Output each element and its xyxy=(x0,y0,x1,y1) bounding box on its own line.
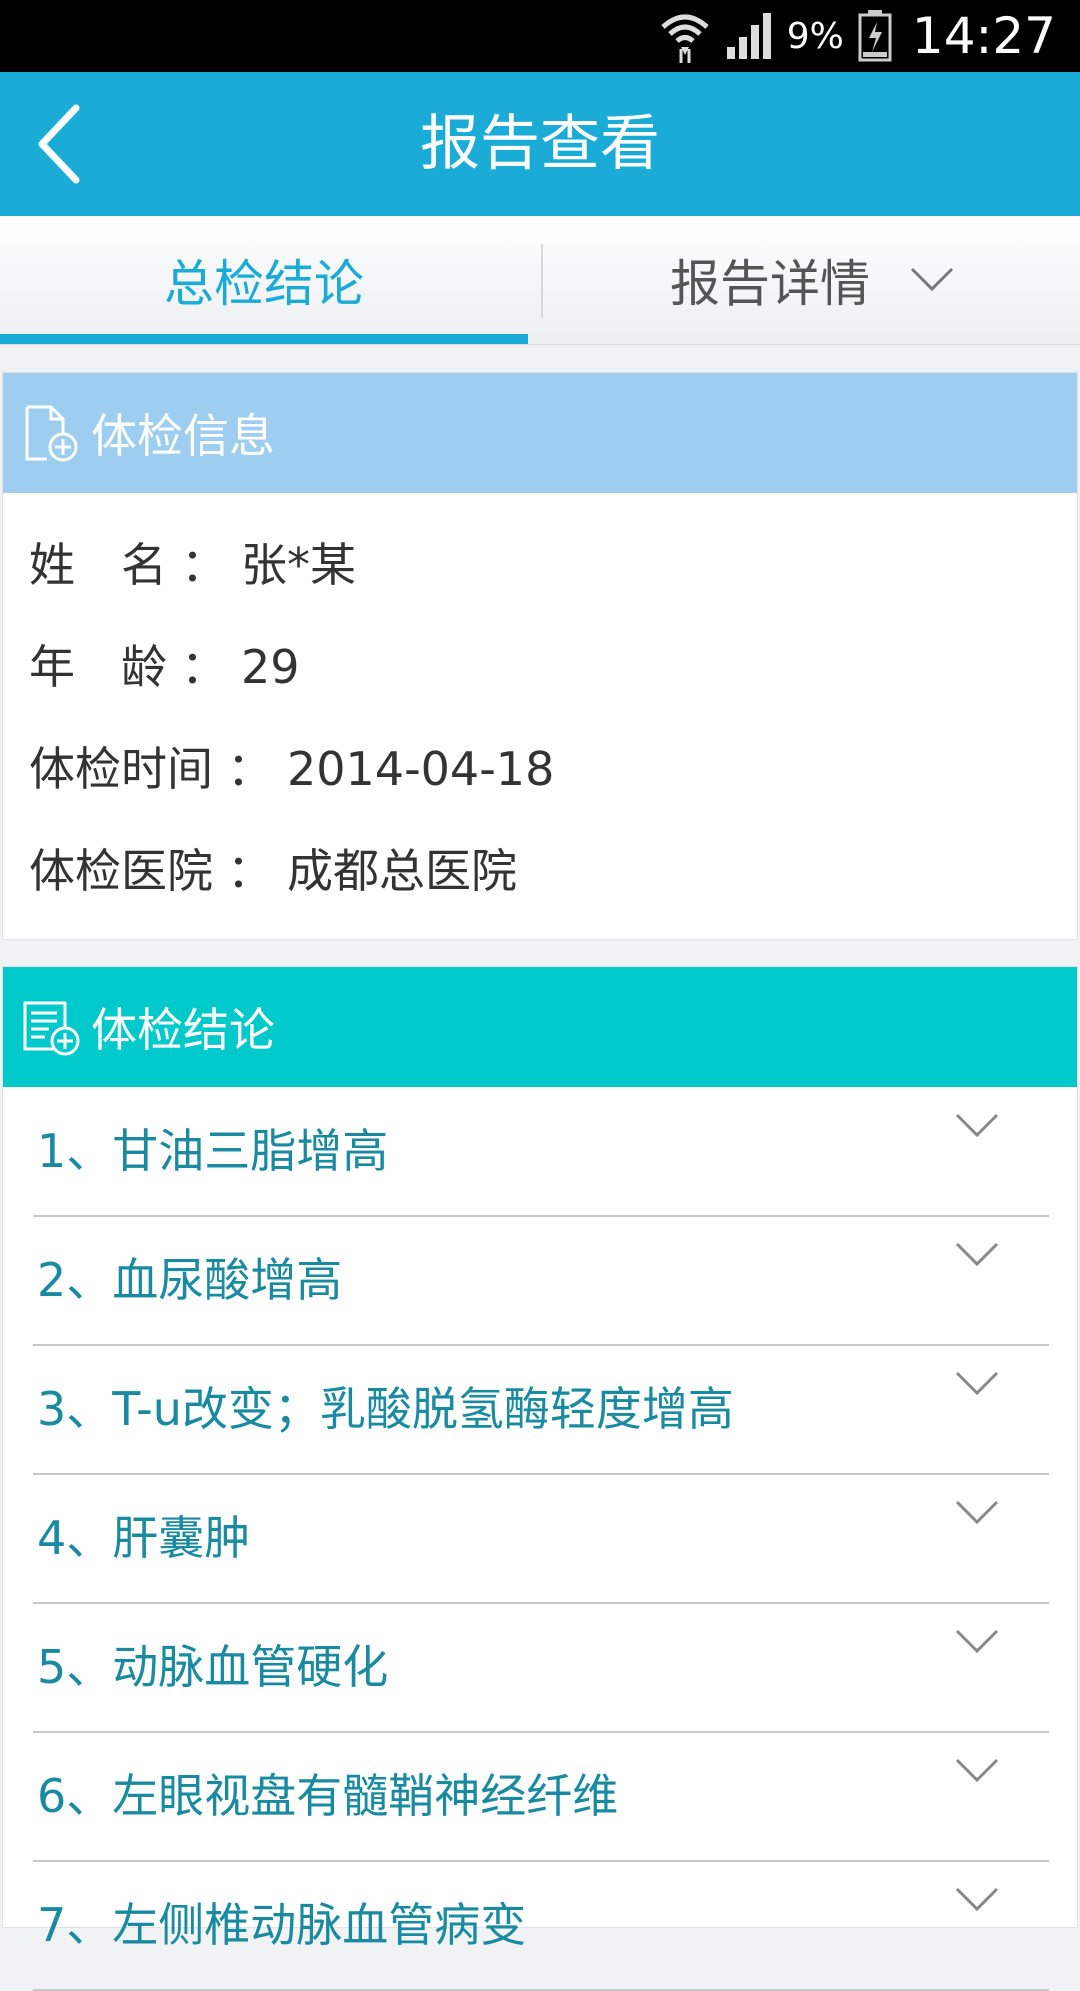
section-title: 体检信息 xyxy=(91,409,275,463)
exam-info-header: 体检信息 xyxy=(3,373,1077,493)
page-title: 报告查看 xyxy=(420,109,660,179)
conclusion-item[interactable]: 6、左眼视盘有髓鞘神经纤维 xyxy=(33,1732,1049,1862)
signal-icon xyxy=(726,13,771,59)
chevron-down-icon xyxy=(955,1629,999,1654)
app-header: 报告查看 xyxy=(0,72,1080,216)
exam-info-card: 体检信息 姓 名：张*某 年 龄： 29 体检时间： 2014-04-18 体检医院… xyxy=(2,372,1078,940)
chevron-down-icon xyxy=(955,1113,999,1138)
exam-conclusion-card: 体检结论 1、甘油三脂增高 2、血尿酸增高 3、T-u改变；乳酸脱氢酶轻度增高 … xyxy=(2,966,1078,1991)
conclusion-text: 2、血尿酸增高 xyxy=(37,1253,343,1307)
chevron-down-icon xyxy=(955,1500,999,1525)
battery-percent: 9% xyxy=(786,15,844,57)
chevron-down-icon xyxy=(955,1758,999,1783)
conclusion-item[interactable]: 7、左侧椎动脉血管病变 xyxy=(33,1861,1049,1991)
conclusion-item[interactable]: 4、肝囊肿 xyxy=(33,1474,1049,1604)
battery-icon xyxy=(858,10,892,62)
tab-bar: 总检结论 报告详情 xyxy=(0,216,1080,345)
info-value: 成都总医院 xyxy=(287,844,517,898)
info-value: 2014-04-18 xyxy=(287,742,555,796)
status-bar: 9% 14:27 xyxy=(0,0,1080,72)
active-tab-indicator xyxy=(0,334,528,344)
clock: 14:27 xyxy=(911,7,1056,65)
conclusion-text: 5、动脉血管硬化 xyxy=(37,1640,389,1694)
conclusion-item[interactable]: 1、甘油三脂增高 xyxy=(33,1087,1049,1217)
info-row-name: 姓 名：张*某 xyxy=(29,535,356,595)
info-row-exam-date: 体检时间： 2014-04-18 xyxy=(29,739,554,799)
tab-label: 总检结论 xyxy=(164,255,364,313)
info-label: 年 龄 xyxy=(29,640,167,694)
wifi-icon xyxy=(661,14,709,63)
document-plus-icon xyxy=(25,405,78,462)
chevron-down-icon xyxy=(955,1371,999,1396)
info-value: 张*某 xyxy=(241,538,356,592)
tab-report-details[interactable]: 报告详情 xyxy=(544,216,1080,344)
info-row-age: 年 龄： 29 xyxy=(29,637,300,697)
conclusion-text: 6、左眼视盘有髓鞘神经纤维 xyxy=(37,1769,619,1823)
conclusion-item[interactable]: 3、T-u改变；乳酸脱氢酶轻度增高 xyxy=(33,1345,1049,1475)
conclusion-text: 1、甘油三脂增高 xyxy=(37,1124,389,1178)
conclusion-item[interactable]: 5、动脉血管硬化 xyxy=(33,1603,1049,1733)
section-title: 体检结论 xyxy=(91,1003,275,1057)
tab-label: 报告详情 xyxy=(670,255,870,313)
status-icons: 9% 14:27 xyxy=(659,0,1056,72)
chevron-down-icon xyxy=(910,267,954,292)
exam-conclusion-header: 体检结论 xyxy=(3,967,1077,1087)
chevron-down-icon xyxy=(955,1242,999,1267)
info-label: 姓 名 xyxy=(29,538,167,592)
conclusion-item[interactable]: 2、血尿酸增高 xyxy=(33,1216,1049,1346)
conclusion-text: 3、T-u改变；乳酸脱氢酶轻度增高 xyxy=(37,1382,734,1436)
list-plus-icon xyxy=(23,1001,80,1056)
info-value: 29 xyxy=(241,640,300,694)
info-label: 体检时间 xyxy=(29,742,213,796)
info-label: 体检医院 xyxy=(29,844,213,898)
tab-divider xyxy=(541,244,543,318)
info-row-hospital: 体检医院：成都总医院 xyxy=(29,841,517,901)
tab-summary-conclusion[interactable]: 总检结论 xyxy=(0,216,528,344)
conclusion-text: 4、肝囊肿 xyxy=(37,1511,251,1565)
chevron-down-icon xyxy=(955,1887,999,1912)
conclusion-text: 7、左侧椎动脉血管病变 xyxy=(37,1898,527,1952)
